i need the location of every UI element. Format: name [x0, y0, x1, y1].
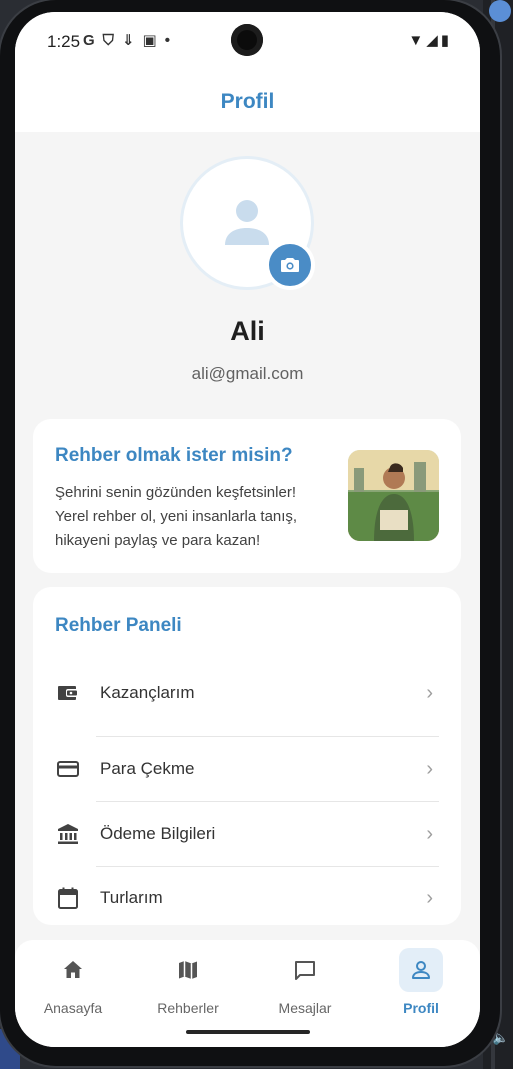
- panel-item-payment-info[interactable]: Ödeme Bilgileri ›: [33, 802, 461, 866]
- status-system-icons: ▼◢▮: [408, 31, 452, 49]
- chevron-right-icon: ›: [426, 886, 433, 909]
- panel-item-earnings[interactable]: Kazançlarım ›: [33, 661, 461, 725]
- nav-label: Mesajlar: [278, 1000, 332, 1016]
- shield-icon: ⛉: [102, 32, 122, 49]
- panel-item-label: Turlarım: [100, 888, 163, 907]
- panel-title: Rehber Paneli: [55, 615, 182, 636]
- nav-item-messages[interactable]: Mesajlar: [250, 948, 360, 1018]
- page-title: Profil: [220, 90, 275, 113]
- desktop-avatar-icon: [489, 0, 511, 22]
- calendar-icon: [55, 885, 81, 911]
- promo-text: Şehrini senin gözünden keşfetsinler! Yer…: [55, 484, 298, 549]
- user-email: ali@gmail.com: [191, 364, 304, 383]
- become-guide-card[interactable]: Rehber olmak ister misin? Şehrini senin …: [33, 419, 461, 573]
- chevron-right-icon: ›: [426, 822, 433, 845]
- wallet-icon: [55, 680, 81, 706]
- change-photo-button[interactable]: [265, 240, 315, 290]
- nav-item-guides[interactable]: Rehberler: [133, 948, 243, 1018]
- chevron-right-icon: ›: [426, 681, 433, 704]
- dot-icon: •: [164, 32, 178, 49]
- app-bar: Profil: [15, 72, 480, 132]
- chat-icon: [283, 948, 327, 992]
- nav-item-profile[interactable]: Profil: [366, 948, 476, 1018]
- home-icon: [51, 948, 95, 992]
- panel-item-tours[interactable]: Turlarım ›: [33, 866, 461, 930]
- credit-card-icon: [55, 756, 81, 782]
- person-icon: [399, 948, 443, 992]
- guide-photo: [348, 450, 439, 541]
- chevron-right-icon: ›: [426, 757, 433, 780]
- panel-item-withdraw[interactable]: Para Çekme ›: [33, 737, 461, 801]
- status-time: 1:25: [47, 32, 81, 51]
- phone-frame: 1:25 G⛉⇓▣• ▼◢▮ Profil Ali ali@gmail.com …: [0, 0, 500, 1066]
- status-bar: 1:25 G⛉⇓▣• ▼◢▮: [15, 12, 480, 72]
- wifi-icon: ▼: [408, 32, 427, 49]
- bank-icon: [55, 821, 81, 847]
- person-icon: [225, 200, 269, 245]
- status-notification-icons: G⛉⇓▣•: [83, 31, 178, 49]
- battery-icon: ▮: [440, 32, 452, 49]
- front-camera: [231, 24, 263, 56]
- camera-icon: [281, 258, 299, 272]
- nav-label: Anasayfa: [43, 1000, 103, 1016]
- nav-item-home[interactable]: Anasayfa: [18, 948, 128, 1018]
- panel-item-label: Ödeme Bilgileri: [100, 824, 216, 843]
- app-icon: ▣: [142, 32, 165, 49]
- guide-illustration: [348, 450, 439, 541]
- google-icon: G: [83, 32, 103, 49]
- promo-title: Rehber olmak ister misin?: [55, 445, 293, 466]
- signal-icon: ◢: [426, 32, 441, 49]
- guide-panel-card: Rehber Paneli Kazançlarım › Para Çekme ›: [33, 587, 461, 925]
- nav-label: Rehberler: [157, 1000, 219, 1016]
- panel-item-label: Kazançlarım: [100, 683, 195, 702]
- nav-label: Profil: [403, 1000, 439, 1016]
- map-icon: [166, 948, 210, 992]
- panel-item-label: Para Çekme: [100, 759, 195, 778]
- download-icon: ⇓: [121, 32, 143, 49]
- home-indicator[interactable]: [186, 1030, 310, 1034]
- user-name: Ali: [230, 316, 265, 346]
- phone-screen: 1:25 G⛉⇓▣• ▼◢▮ Profil Ali ali@gmail.com …: [15, 12, 480, 1047]
